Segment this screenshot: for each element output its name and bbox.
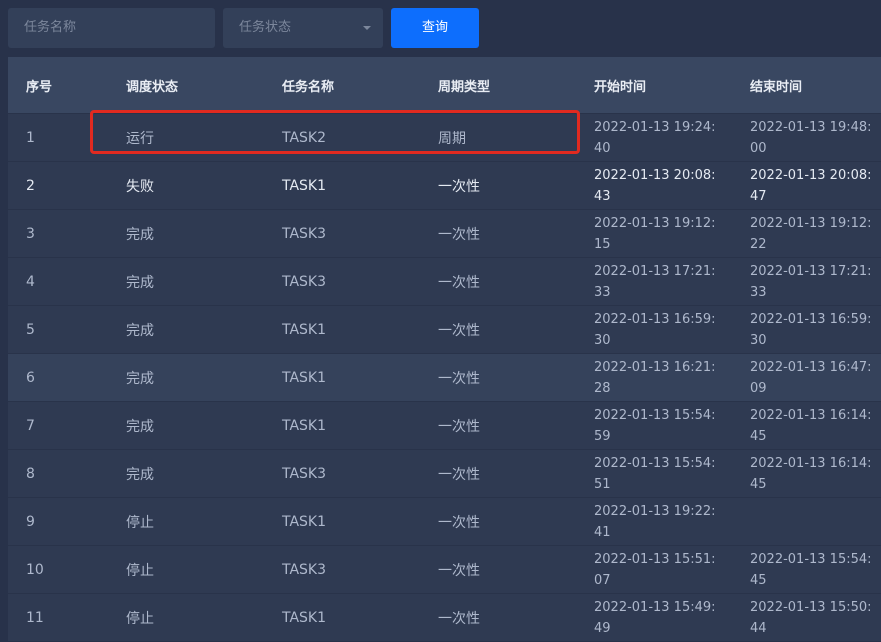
row-task-name: TASK1	[282, 513, 327, 530]
row-end-time: 2022-01-13 19:12:22	[750, 215, 872, 252]
row-cycle-type: 一次性	[438, 274, 480, 291]
row-task-name: TASK1	[282, 609, 327, 626]
row-start-time: 2022-01-13 15:49:49	[594, 599, 716, 636]
row-start-time: 2022-01-13 17:21:33	[594, 263, 716, 300]
row-end-time: 2022-01-13 15:50:44	[750, 599, 872, 636]
row-end-time: 2022-01-13 20:08:47	[750, 167, 872, 204]
row-index: 1	[26, 129, 35, 146]
row-index: 9	[26, 513, 35, 530]
row-cycle-type: 一次性	[438, 514, 480, 531]
row-schedule-status: 完成	[126, 466, 154, 483]
row-schedule-status: 失败	[126, 178, 154, 195]
row-schedule-status: 完成	[126, 226, 154, 243]
row-end-time	[750, 498, 872, 545]
table-row[interactable]: 2 失败 TASK1 一次性 2022-01-13 20:08:43 2022-01-13…	[8, 161, 881, 209]
row-task-name: TASK3	[282, 465, 327, 482]
row-index: 10	[26, 561, 44, 578]
row-cycle-type: 一次性	[438, 610, 480, 627]
header-end-time: 结束时间	[750, 79, 803, 95]
row-start-time: 2022-01-13 15:51:07	[594, 551, 716, 588]
row-cycle-type: 一次性	[438, 226, 480, 243]
row-schedule-status: 停止	[126, 562, 154, 579]
row-cycle-type: 一次性	[438, 562, 480, 579]
table-row[interactable]: 8 完成 TASK3 一次性 2022-01-13 15:54:51 2022-01-13…	[8, 449, 881, 497]
row-index: 3	[26, 225, 35, 242]
row-index: 11	[26, 609, 44, 626]
row-index: 6	[26, 369, 35, 386]
row-schedule-status: 完成	[126, 370, 154, 387]
row-index: 7	[26, 417, 35, 434]
row-start-time: 2022-01-13 15:54:51	[594, 455, 716, 492]
table-row[interactable]: 6 完成 TASK1 一次性 2022-01-13 16:21:28 2022-01-13…	[8, 353, 881, 401]
row-cycle-type: 一次性	[438, 178, 480, 195]
row-schedule-status: 运行	[126, 130, 154, 147]
row-task-name: TASK1	[282, 321, 327, 338]
table-row[interactable]: 11 停止 TASK1 一次性 2022-01-13 15:49:49 2022-01-1…	[8, 593, 881, 641]
row-cycle-type: 周期	[438, 130, 466, 147]
header-cycle-type: 周期类型	[438, 79, 491, 95]
row-schedule-status: 完成	[126, 322, 154, 339]
row-task-name: TASK3	[282, 273, 327, 290]
row-cycle-type: 一次性	[438, 370, 480, 387]
chevron-down-icon	[363, 26, 371, 30]
row-end-time: 2022-01-13 15:54:45	[750, 551, 872, 588]
table-row[interactable]: 9 停止 TASK1 一次性 2022-01-13 19:22:41	[8, 497, 881, 545]
row-start-time: 2022-01-13 16:21:28	[594, 359, 716, 396]
row-schedule-status: 停止	[126, 514, 154, 531]
header-start-time: 开始时间	[594, 79, 647, 95]
table-row[interactable]: 1 运行 TASK2 周期 2022-01-13 19:24:40 2022-01-13 …	[8, 113, 881, 161]
row-index: 5	[26, 321, 35, 338]
row-end-time: 2022-01-13 16:47:09	[750, 359, 872, 396]
row-start-time: 2022-01-13 19:22:41	[594, 503, 716, 540]
row-start-time: 2022-01-13 20:08:43	[594, 167, 716, 204]
row-start-time: 2022-01-13 16:59:30	[594, 311, 716, 348]
row-cycle-type: 一次性	[438, 322, 480, 339]
table-row[interactable]: 4 完成 TASK3 一次性 2022-01-13 17:21:33 2022-01-13…	[8, 257, 881, 305]
table-row[interactable]: 10 停止 TASK3 一次性 2022-01-13 15:51:07 2022-01-1…	[8, 545, 881, 593]
row-cycle-type: 一次性	[438, 466, 480, 483]
row-index: 2	[26, 177, 35, 194]
task-name-input[interactable]: 任务名称	[8, 8, 215, 48]
row-end-time: 2022-01-13 16:14:45	[750, 407, 872, 444]
row-schedule-status: 完成	[126, 418, 154, 435]
row-task-name: TASK2	[282, 129, 327, 146]
row-end-time: 2022-01-13 16:59:30	[750, 311, 872, 348]
header-schedule-status: 调度状态	[126, 79, 179, 95]
row-end-time: 2022-01-13 17:21:33	[750, 263, 872, 300]
row-schedule-status: 完成	[126, 274, 154, 291]
row-end-time: 2022-01-13 19:48:00	[750, 119, 872, 156]
query-button[interactable]: 查询	[391, 8, 479, 48]
table-body: 1 运行 TASK2 周期 2022-01-13 19:24:40 2022-01-13 …	[8, 113, 881, 641]
row-index: 4	[26, 273, 35, 290]
row-task-name: TASK3	[282, 561, 327, 578]
row-task-name: TASK1	[282, 177, 327, 194]
task-table: 序号 调度状态 任务名称 周期类型 开始时间 结束时间 1 运行 TASK2 周期 20…	[8, 57, 881, 641]
row-end-time: 2022-01-13 16:14:45	[750, 455, 872, 492]
row-schedule-status: 停止	[126, 610, 154, 627]
table-row[interactable]: 7 完成 TASK1 一次性 2022-01-13 15:54:59 2022-01-13…	[8, 401, 881, 449]
filter-toolbar: 任务名称 任务状态 查询	[0, 0, 881, 56]
table-header: 序号 调度状态 任务名称 周期类型 开始时间 结束时间	[8, 57, 881, 113]
row-start-time: 2022-01-13 15:54:59	[594, 407, 716, 444]
row-start-time: 2022-01-13 19:24:40	[594, 119, 716, 156]
row-index: 8	[26, 465, 35, 482]
table-row[interactable]: 5 完成 TASK1 一次性 2022-01-13 16:59:30 2022-01-13…	[8, 305, 881, 353]
header-index: 序号	[26, 79, 53, 95]
row-start-time: 2022-01-13 19:12:15	[594, 215, 716, 252]
row-task-name: TASK3	[282, 225, 327, 242]
row-task-name: TASK1	[282, 369, 327, 386]
header-task-name: 任务名称	[282, 79, 335, 95]
task-status-placeholder: 任务状态	[239, 20, 292, 35]
row-cycle-type: 一次性	[438, 418, 480, 435]
table-row[interactable]: 3 完成 TASK3 一次性 2022-01-13 19:12:15 2022-01-13…	[8, 209, 881, 257]
task-status-select[interactable]: 任务状态	[223, 8, 383, 48]
row-task-name: TASK1	[282, 417, 327, 434]
